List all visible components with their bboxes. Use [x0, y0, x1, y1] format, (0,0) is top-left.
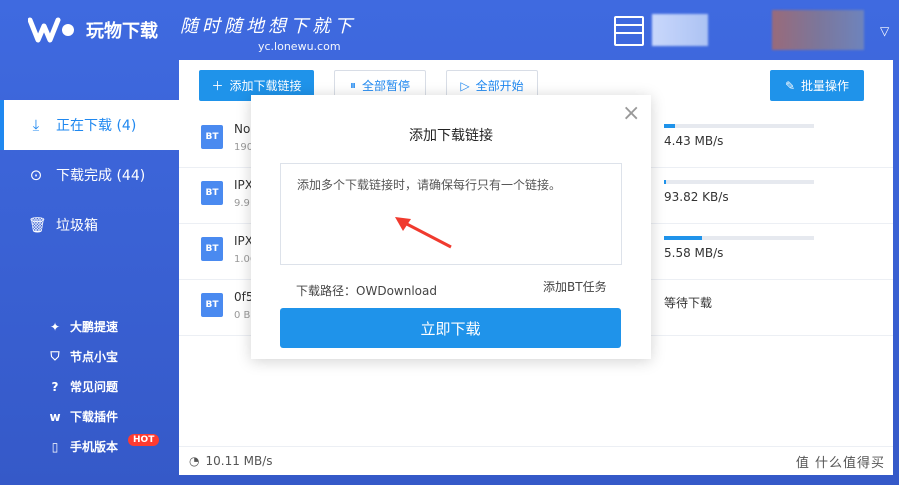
pause-all-label: 全部暂停 [362, 79, 411, 93]
total-speed: ◔ 10.11 MB/s [189, 454, 273, 468]
slogan-text: 随时随地想下就下 [180, 16, 356, 37]
start-all-label: 全部开始 [475, 79, 524, 93]
bt-file-icon: BT [201, 293, 223, 317]
sidebar-item-label: 垃圾箱 [56, 218, 98, 234]
sidebar-item-downloading[interactable]: ⤓ 正在下载 (4) [0, 100, 179, 150]
sidebar-item-trash[interactable]: 🗑 垃圾箱 [0, 200, 179, 250]
bt-file-icon: BT [201, 181, 223, 205]
bt-file-icon: BT [201, 125, 223, 149]
sidebar-item-label: 正在下载 (4) [56, 118, 137, 134]
batch-label: 批量操作 [801, 79, 850, 93]
red-arrow-icon [395, 217, 452, 249]
sidebar: ⤓ 正在下载 (4) ⊙ 下载完成 (44) 🗑 垃圾箱 ✦ 大鹏提速 ⛉ 节点… [0, 60, 179, 485]
add-bt-task-link[interactable]: 添加BT任务 [543, 278, 607, 295]
dialog-title: 添加下载链接 [409, 128, 493, 144]
speedometer-icon: ◔ [189, 454, 200, 468]
sidebar-link-faq[interactable]: ? 常见问题 [48, 378, 119, 395]
title-bar: 玩物下载 随时随地想下就下 yc.lonewu.com ▽ [0, 0, 899, 60]
phone-icon: ▯ [51, 439, 59, 454]
app-slogan: 随时随地想下就下 yc.lonewu.com [180, 12, 356, 53]
sidebar-link-label: 大鹏提速 [70, 320, 119, 334]
download-speed: 93.82 KB/s [664, 190, 729, 204]
sidebar-item-label: 下载完成 (44) [56, 168, 146, 184]
logo-icon [28, 17, 74, 43]
trash-icon: 🗑 [28, 216, 48, 234]
user-name-blurred [652, 14, 708, 46]
download-icon: ⤓ [32, 116, 40, 134]
path-label: 下载路径： [296, 284, 357, 298]
server-icon[interactable] [614, 16, 644, 46]
play-icon: ▷ [460, 78, 470, 93]
progress-bar [664, 124, 814, 128]
sidebar-link-label: 节点小宝 [70, 350, 119, 364]
add-link-label: 添加下载链接 [229, 79, 302, 93]
download-now-button[interactable]: 立即下载 [280, 308, 621, 348]
sidebar-link-label: 常见问题 [70, 380, 119, 394]
close-icon[interactable]: × [622, 103, 640, 125]
shield-icon: ⛉ [50, 349, 60, 363]
edit-icon: ✎ [784, 78, 796, 93]
progress-bar [664, 180, 814, 184]
menu-caret-icon[interactable]: ▽ [880, 24, 889, 38]
slogan-url: yc.lonewu.com [258, 40, 341, 53]
sidebar-link-mobile[interactable]: ▯ 手机版本 HOT [48, 433, 160, 455]
sidebar-link-node[interactable]: ⛉ 节点小宝 [48, 348, 118, 365]
plus-icon: ＋ [211, 79, 224, 93]
file-size: 0 B [234, 310, 251, 321]
path-value[interactable]: OWDownload [356, 284, 437, 298]
check-circle-icon: ⊙ [29, 166, 43, 184]
app-logo: 玩物下载 [28, 16, 158, 44]
add-link-dialog: × 添加下载链接 下载路径：OWDownload 添加BT任务 立即下载 [251, 95, 651, 359]
sidebar-link-label: 下载插件 [70, 410, 119, 424]
logo-icon: w [49, 409, 61, 424]
app-window: 玩物下载 随时随地想下就下 yc.lonewu.com ▽ ⤓ 正在下载 (4)… [0, 0, 899, 485]
watermark: 值 什么值得买 [795, 456, 885, 471]
status-bar: ◔ 10.11 MB/s 值 什么值得买 [179, 446, 893, 475]
sidebar-item-completed[interactable]: ⊙ 下载完成 (44) [0, 150, 179, 200]
app-name: 玩物下载 [86, 21, 158, 42]
sidebar-link-plugin[interactable]: w 下载插件 [48, 408, 118, 425]
wing-icon: ✦ [49, 319, 61, 334]
download-speed: 4.43 MB/s [664, 134, 724, 148]
download-speed: 5.58 MB/s [664, 246, 724, 260]
hot-badge: HOT [128, 433, 160, 446]
download-path: 下载路径：OWDownload [296, 282, 437, 299]
sidebar-link-speedup[interactable]: ✦ 大鹏提速 [48, 318, 118, 335]
progress-bar [664, 236, 814, 240]
bt-file-icon: BT [201, 237, 223, 261]
batch-button[interactable]: ✎ 批量操作 [770, 70, 864, 101]
total-speed-value: 10.11 MB/s [205, 454, 273, 468]
question-icon: ? [51, 379, 59, 394]
user-avatar-blurred[interactable] [772, 10, 864, 50]
sidebar-link-label: 手机版本 [70, 440, 119, 454]
download-status: 等待下载 [664, 296, 713, 310]
pause-icon: ⏸ [349, 78, 356, 92]
